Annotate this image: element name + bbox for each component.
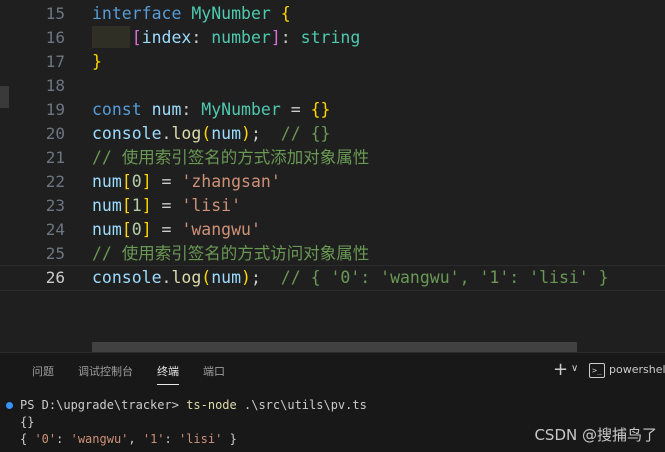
token-brace: } [92, 52, 102, 71]
terminal-icon[interactable]: >_ [589, 363, 605, 378]
token-function: log [171, 268, 202, 287]
token-type: string [300, 28, 361, 47]
token-variable: num [92, 220, 122, 239]
terminal-command: ts-node [186, 398, 237, 412]
token-brace: {} [310, 100, 331, 119]
token-variable: num [92, 172, 122, 191]
line-number: 18 [45, 76, 65, 95]
terminal-output-line: {} [20, 415, 35, 429]
token-comment: // { '0': 'wangwu', '1': 'lisi' } [280, 268, 609, 287]
line-number: 17 [45, 52, 65, 71]
watermark: CSDN @搜捕鸟了 [534, 426, 657, 444]
token-type: number [211, 28, 271, 47]
token-variable: index [141, 28, 192, 47]
code-line[interactable]: 24 num[0] = 'wangwu' [0, 218, 665, 242]
new-terminal-plus-icon[interactable]: + [553, 359, 568, 380]
token-brace: { [280, 4, 291, 23]
line-number: 16 [45, 28, 65, 47]
panel-tabs: 问题 调试控制台 终端 端口 + ∨ >_ powershell [0, 353, 665, 391]
token-string: 'lisi' [181, 196, 242, 215]
code-line[interactable]: 19 const num: MyNumber = {} [0, 98, 665, 122]
line-number: 22 [45, 172, 65, 191]
code-line[interactable]: 21 // 使用索引签名的方式添加对象属性 [0, 146, 665, 170]
line-number: 15 [45, 4, 65, 23]
code-line[interactable]: 16 [index: number]: string [0, 26, 665, 50]
code-text: console.log(num); // {} [92, 124, 331, 143]
code-line-active[interactable]: 26 console.log(num); // { '0': 'wangwu',… [0, 265, 665, 291]
token-variable: num [211, 124, 242, 143]
code-text: // 使用索引签名的方式添加对象属性 [92, 146, 369, 170]
token-number: 0 [131, 172, 142, 191]
line-number: 21 [45, 148, 65, 167]
terminal-args: .\src\utils\pv.ts [244, 398, 367, 412]
token-variable: num [151, 100, 182, 119]
token-string: 'wangwu' [181, 220, 261, 239]
code-line[interactable]: 25 // 使用索引签名的方式访问对象属性 [0, 242, 665, 266]
code-line[interactable]: 18 [0, 74, 665, 98]
line-number: 23 [45, 196, 65, 215]
code-line[interactable]: 22 num[0] = 'zhangsan' [0, 170, 665, 194]
code-line[interactable]: 20 console.log(num); // {} [0, 122, 665, 146]
token-keyword: const [92, 100, 142, 119]
token-comment: // 使用索引签名的方式添加对象属性 [92, 148, 370, 167]
code-text: interface MyNumber { [92, 2, 291, 26]
tab-ports[interactable]: 端口 [203, 363, 225, 381]
token-variable: num [92, 196, 122, 215]
tab-problems[interactable]: 问题 [32, 363, 54, 381]
token-type: MyNumber [191, 4, 271, 23]
line-number: 24 [45, 220, 65, 239]
token-number: 0 [131, 220, 142, 239]
token-bracket: ] [270, 28, 281, 47]
horizontal-scrollbar[interactable] [92, 342, 577, 352]
terminal-prompt: PS D:\upgrade\tracker> [20, 398, 179, 412]
code-text: num[1] = 'lisi' [92, 196, 242, 215]
token-type: MyNumber [201, 100, 281, 119]
code-line[interactable]: 17 } [0, 50, 665, 74]
token-function: log [171, 124, 202, 143]
code-text: // 使用索引签名的方式访问对象属性 [92, 242, 369, 266]
code-text: console.log(num); // { '0': 'wangwu', '1… [92, 268, 609, 287]
line-number: 25 [45, 244, 65, 263]
token-number: 1 [131, 196, 142, 215]
command-status-dot-icon [6, 402, 13, 409]
line-number: 19 [45, 100, 65, 119]
token-keyword: interface [92, 4, 182, 23]
token-comment: // {} [280, 124, 331, 143]
code-text: num[0] = 'zhangsan' [92, 172, 281, 191]
terminal-output-line: { '0': 'wangwu', '1': 'lisi' } [20, 432, 237, 446]
token-bracket: [ [131, 28, 142, 47]
code-text: const num: MyNumber = {} [92, 100, 331, 119]
shell-name[interactable]: powershell [609, 363, 665, 376]
chevron-down-icon[interactable]: ∨ [571, 363, 578, 374]
code-line[interactable]: 15 interface MyNumber { [0, 2, 665, 26]
token-variable: console [92, 124, 162, 143]
token-variable: num [211, 268, 242, 287]
token-comment: // 使用索引签名的方式访问对象属性 [92, 244, 370, 263]
line-number: 26 [45, 268, 65, 287]
code-text: } [92, 50, 102, 74]
line-number: 20 [45, 124, 65, 143]
token-variable: console [92, 268, 162, 287]
code-text: num[0] = 'wangwu' [92, 220, 261, 239]
tab-terminal[interactable]: 终端 [157, 363, 179, 385]
tab-debug-console[interactable]: 调试控制台 [78, 363, 133, 381]
code-text: [index: number]: string [131, 28, 361, 47]
token-string: 'zhangsan' [181, 172, 281, 191]
code-line[interactable]: 23 num[1] = 'lisi' [0, 194, 665, 218]
terminal-prompt-line: PS D:\upgrade\tracker> ts-node .\src\uti… [20, 397, 367, 414]
code-editor[interactable]: 15 interface MyNumber { 16 [index: numbe… [0, 0, 665, 352]
